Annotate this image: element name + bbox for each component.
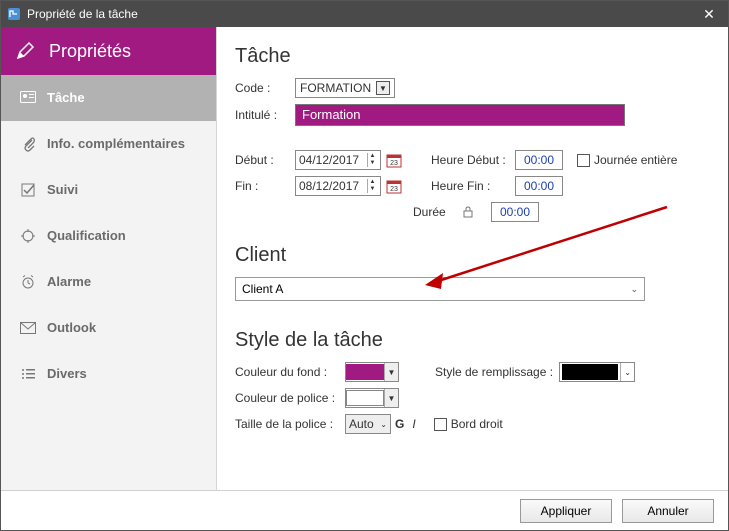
sidebar-item-divers[interactable]: Divers: [1, 351, 216, 397]
section-task-title: Tâche: [235, 45, 702, 68]
sidebar-title: Propriétés: [49, 41, 131, 62]
duree-input[interactable]: 00:00: [491, 202, 539, 222]
sidebar-item-label: Suivi: [47, 182, 78, 197]
sidebar-item-alarme[interactable]: Alarme: [1, 259, 216, 305]
duree-label: Durée: [413, 205, 461, 219]
bg-color-swatch: [346, 364, 384, 380]
allday-checkbox[interactable]: [577, 154, 590, 167]
content-panel: Tâche Code : FORMATION ▼ Intitulé : Form…: [217, 27, 728, 490]
calendar-icon[interactable]: 23: [385, 151, 403, 169]
apply-button[interactable]: Appliquer: [520, 499, 612, 523]
client-value: Client A: [242, 282, 283, 296]
code-select[interactable]: FORMATION ▼: [295, 78, 395, 98]
italic-toggle[interactable]: I: [412, 417, 415, 431]
mail-icon: [15, 322, 41, 334]
target-icon: [15, 229, 41, 243]
heure-debut-label: Heure Début :: [431, 153, 515, 167]
font-size-value: Auto: [349, 417, 374, 431]
bg-color-picker[interactable]: ▼: [345, 362, 399, 382]
chevron-down-icon: ▼: [384, 389, 398, 407]
sidebar-item-qualification[interactable]: Qualification: [1, 213, 216, 259]
alarm-icon: [15, 275, 41, 289]
section-style-title: Style de la tâche: [235, 329, 702, 352]
debut-value: 04/12/2017: [299, 153, 359, 167]
client-select[interactable]: Client A ⌄: [235, 277, 645, 301]
allday-label: Journée entière: [594, 153, 677, 167]
fin-value: 08/12/2017: [299, 179, 359, 193]
svg-text:23: 23: [390, 186, 398, 193]
lock-icon[interactable]: [461, 205, 475, 219]
sidebar-item-label: Tâche: [47, 90, 85, 105]
chevron-down-icon: ⌄: [620, 363, 634, 381]
checkbox-icon: [15, 183, 41, 197]
sidebar-item-label: Divers: [47, 366, 87, 381]
fill-style-label: Style de remplissage :: [435, 365, 553, 379]
fin-date-input[interactable]: 08/12/2017 ▲▼: [295, 176, 381, 196]
user-card-icon: [15, 91, 41, 105]
window-title: Propriété de la tâche: [27, 7, 696, 21]
section-client-title: Client: [235, 244, 702, 267]
intitule-input[interactable]: Formation: [295, 104, 625, 126]
sidebar-item-label: Qualification: [47, 228, 126, 243]
sidebar-item-label: Alarme: [47, 274, 91, 289]
titlebar: Propriété de la tâche ✕: [1, 1, 728, 27]
sidebar-item-suivi[interactable]: Suivi: [1, 167, 216, 213]
sidebar-item-label: Outlook: [47, 320, 96, 335]
calendar-icon[interactable]: 23: [385, 177, 403, 195]
list-icon: [15, 368, 41, 380]
chevron-down-icon: ▼: [376, 81, 390, 95]
code-label: Code :: [235, 81, 295, 95]
debut-label: Début :: [235, 153, 295, 167]
svg-text:23: 23: [390, 160, 398, 167]
spin-down[interactable]: ▼: [367, 160, 377, 167]
font-color-picker[interactable]: ▼: [345, 388, 399, 408]
heure-fin-label: Heure Fin :: [431, 179, 515, 193]
sidebar-item-outlook[interactable]: Outlook: [1, 305, 216, 351]
cancel-button[interactable]: Annuler: [622, 499, 714, 523]
paperclip-icon: [15, 136, 41, 152]
spin-down[interactable]: ▼: [367, 186, 377, 193]
font-size-label: Taille de la police :: [235, 417, 345, 431]
straight-edge-checkbox[interactable]: [434, 418, 447, 431]
footer: Appliquer Annuler: [1, 490, 728, 530]
spin-up[interactable]: ▲: [367, 179, 377, 186]
chevron-down-icon: ▼: [384, 363, 398, 381]
straight-edge-label: Bord droit: [451, 417, 503, 431]
sidebar-item-label: Info. complémentaires: [47, 136, 185, 151]
close-button[interactable]: ✕: [696, 6, 722, 23]
debut-date-input[interactable]: 04/12/2017 ▲▼: [295, 150, 381, 170]
bg-color-label: Couleur du fond :: [235, 365, 345, 379]
heure-debut-input[interactable]: 00:00: [515, 150, 563, 170]
code-value: FORMATION: [300, 81, 371, 95]
bold-toggle[interactable]: G: [395, 417, 404, 431]
spin-up[interactable]: ▲: [367, 153, 377, 160]
font-color-swatch: [346, 390, 384, 406]
heure-fin-input[interactable]: 00:00: [515, 176, 563, 196]
font-size-select[interactable]: Auto ⌄: [345, 414, 391, 434]
chevron-down-icon: ⌄: [380, 420, 387, 429]
pencil-icon: [1, 41, 49, 61]
app-icon: [7, 7, 21, 21]
fill-style-picker[interactable]: ⌄: [559, 362, 635, 382]
chevron-down-icon: ⌄: [630, 284, 638, 295]
sidebar: Propriétés Tâche Info. complémentaires S…: [1, 27, 217, 490]
sidebar-item-tache[interactable]: Tâche: [1, 75, 216, 121]
sidebar-item-info[interactable]: Info. complémentaires: [1, 121, 216, 167]
font-color-label: Couleur de police :: [235, 391, 345, 405]
fill-style-swatch: [562, 364, 618, 380]
intitule-label: Intitulé :: [235, 108, 295, 122]
fin-label: Fin :: [235, 179, 295, 193]
sidebar-header: Propriétés: [1, 27, 216, 75]
